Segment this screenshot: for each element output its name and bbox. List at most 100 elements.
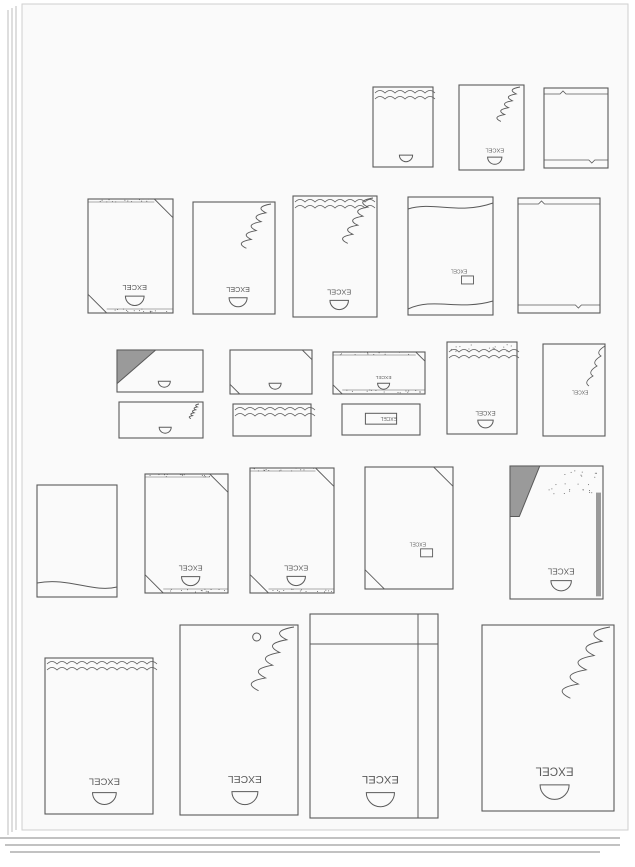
brand-label: EXCEL (409, 540, 426, 546)
stipple-dot (346, 390, 347, 391)
stipple-dot (553, 493, 554, 494)
stipple-dot (493, 348, 494, 349)
stipple-dot (158, 474, 159, 475)
brand-label: EXCEL (375, 374, 391, 380)
stipple-dot (555, 484, 556, 485)
stipple-dot (131, 201, 132, 202)
stipple-dot (171, 589, 172, 590)
stipple-dot (300, 469, 301, 470)
stipple-dot (292, 589, 293, 590)
stipple-dot (143, 199, 144, 200)
stipple-dot (102, 200, 103, 201)
stipple-dot (280, 470, 281, 471)
stipple-dot (106, 201, 107, 202)
stipple-dot (331, 591, 332, 592)
stipple-dot (594, 477, 595, 478)
stipple-dot (341, 353, 342, 354)
stipple-dot (564, 493, 565, 494)
brand-label: EXCEL (535, 764, 574, 777)
stipple-dot (384, 392, 385, 393)
stipple-dot (507, 344, 508, 345)
stipple-dot (170, 590, 171, 591)
stipple-dot (383, 352, 384, 353)
stipple-dot (328, 590, 329, 591)
stipple-dot (405, 391, 406, 392)
stipple-dot (408, 391, 409, 392)
stipple-dot (459, 346, 460, 347)
stipple-dot (123, 309, 124, 310)
stipple-dot (325, 590, 326, 591)
stipple-dot (306, 591, 307, 592)
stipple-dot (571, 472, 572, 473)
stipple-dot (143, 311, 144, 312)
stipple-dot (211, 589, 212, 590)
stipple-dot (224, 590, 225, 591)
stipple-dot (569, 491, 570, 492)
stipple-dot (141, 309, 142, 310)
stipple-dot (455, 351, 456, 352)
stipple-dot (100, 201, 101, 202)
brand-label: EXCEL (572, 389, 589, 395)
stipple-dot (205, 476, 206, 477)
stipple-dot (204, 589, 205, 590)
stipple-dot (385, 352, 386, 353)
stipple-dot (494, 348, 495, 349)
stipple-dot (279, 470, 280, 471)
stipple-dot (489, 348, 490, 349)
stipple-dot (126, 310, 127, 311)
stipple-dot (166, 311, 167, 312)
stipple-dot (266, 469, 267, 470)
stipple-dot (588, 484, 589, 485)
stipple-dot (167, 474, 168, 475)
stipple-dot (503, 347, 504, 348)
stipple-dot (569, 489, 570, 490)
stipple-dot (375, 390, 376, 391)
stipple-dot (155, 310, 156, 311)
stipple-dot (574, 470, 575, 471)
stipple-dot (581, 476, 582, 477)
stipple-dot (379, 352, 380, 353)
stipple-dot (204, 476, 205, 477)
stipple-dot (419, 391, 420, 392)
stipple-dot (589, 490, 590, 491)
stipple-dot (583, 489, 584, 490)
brand-label: EXCEL (475, 409, 496, 416)
stipple-dot (340, 354, 341, 355)
stipple-dot (141, 201, 142, 202)
brand-label: EXCEL (362, 773, 399, 785)
stipple-dot (296, 468, 297, 469)
stipple-dot (272, 590, 273, 591)
stipple-dot (187, 589, 188, 590)
brand-label: EXCEL (284, 563, 308, 572)
stipple-dot (591, 492, 592, 493)
stipple-dot (456, 346, 457, 347)
shaded-strip (596, 493, 601, 597)
stipple-dot (139, 199, 140, 200)
stipple-dot (253, 468, 254, 469)
paper-sheet (22, 4, 628, 830)
stipple-dot (303, 469, 304, 470)
stipple-dot (151, 311, 152, 312)
stipple-dot (150, 311, 151, 312)
stipple-dot (408, 354, 409, 355)
stipple-dot (202, 590, 203, 591)
stipple-dot (371, 390, 372, 391)
stipple-dot (551, 488, 552, 489)
stipple-dot (124, 200, 125, 201)
stipple-dot (596, 473, 597, 474)
brand-label: EXCEL (89, 775, 120, 786)
stipple-dot (468, 348, 469, 349)
stipple-dot (360, 352, 361, 353)
stipple-dot (146, 201, 147, 202)
stipple-dot (415, 390, 416, 391)
stipple-dot (127, 201, 128, 202)
stipple-dot (201, 590, 202, 591)
stipple-dot (139, 310, 140, 311)
stipple-dot (150, 475, 151, 476)
sketchbook-page: EXCEL EXCEL EXCEL EXCEL EXCEL EXCEL EXCEL EXCEL… (0, 0, 635, 867)
brand-label: EXCEL (179, 564, 203, 573)
stipple-dot (291, 589, 292, 590)
stipple-dot (195, 591, 196, 592)
stipple-dot (364, 352, 365, 353)
stipple-dot (112, 201, 113, 202)
